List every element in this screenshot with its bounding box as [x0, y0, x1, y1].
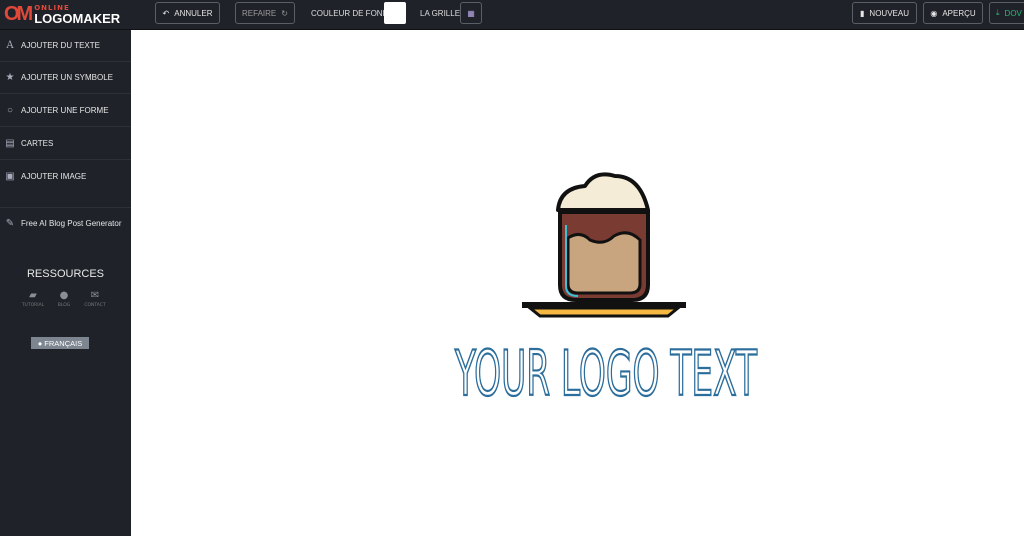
sidebar-item-label: AJOUTER IMAGE: [21, 171, 87, 181]
grid-icon: ▦: [467, 8, 475, 18]
envelope-icon: ✉: [90, 290, 100, 301]
bg-color-swatch[interactable]: [384, 2, 406, 24]
sidebar-item-label: Free AI Blog Post Generator: [21, 219, 122, 228]
resource-label: BLOG: [57, 303, 71, 308]
sidebar-item-label: AJOUTER DU TEXTE: [21, 41, 100, 50]
resource-label: TUTORIAL: [21, 303, 45, 308]
undo-label: ANNULER: [174, 8, 213, 18]
sidebar-item-label: AJOUTER UN SYMBOLE: [21, 73, 114, 82]
brand-name: LOGOMAKER: [34, 10, 121, 26]
new-label: NOUVEAU: [869, 8, 909, 18]
eye-icon: ◉: [930, 8, 938, 18]
sidebar-item-cards[interactable]: ▤ CARTES: [0, 128, 131, 160]
download-icon: ⤓: [996, 8, 1000, 17]
logo-artwork[interactable]: YOUR LOGO TEXT: [132, 30, 1024, 536]
grid-button[interactable]: ▦: [460, 2, 482, 24]
star-icon: ★: [5, 72, 15, 83]
download-button[interactable]: ⤓ DOV: [989, 2, 1024, 24]
resources-title: RESSOURCES: [26, 268, 105, 280]
circle-icon: ○: [6, 105, 14, 116]
card-icon: ▤: [5, 138, 15, 149]
sidebar-item-add-shape[interactable]: ○ AJOUTER UNE FORME: [0, 95, 131, 127]
sidebar-item-add-symbol[interactable]: ★ AJOUTER UN SYMBOLE: [0, 62, 131, 94]
bg-color-label: COULEUR DE FOND: [311, 9, 389, 18]
sidebar-item-add-image[interactable]: ▣ AJOUTER IMAGE: [0, 160, 131, 192]
file-icon: ▮: [860, 8, 865, 18]
sidebar-item-add-text[interactable]: A AJOUTER DU TEXTE: [0, 30, 131, 62]
download-label: DOV: [1004, 8, 1022, 18]
brand-logo[interactable]: OM ONLINE LOGOMAKER: [4, 3, 120, 26]
preview-label: APERÇU: [942, 8, 976, 18]
top-toolbar: OM ONLINE LOGOMAKER ↶ ANNULER REFAIRE ↻ COU…: [0, 0, 1024, 30]
image-icon: ▣: [5, 170, 15, 182]
brand-mark: OM: [4, 3, 33, 25]
sidebar-item-label: CARTES: [21, 139, 54, 148]
undo-icon: ↶: [162, 8, 170, 18]
redo-button[interactable]: REFAIRE ↻: [235, 2, 295, 24]
grid-label: LA GRILLE: [420, 9, 461, 18]
preview-button[interactable]: ◉ APERÇU: [923, 2, 983, 24]
sidebar: A AJOUTER DU TEXTE ★ AJOUTER UN SYMBOLE ○ A…: [0, 30, 131, 536]
resource-label: CONTACT: [84, 303, 106, 308]
logo-text[interactable]: YOUR LOGO TEXT: [453, 336, 758, 411]
language-button[interactable]: ● FRANÇAIS: [31, 337, 89, 349]
redo-icon: ↻: [281, 8, 288, 18]
sidebar-item-label: AJOUTER UNE FORME: [21, 106, 109, 115]
new-button[interactable]: ▮ NOUVEAU: [852, 2, 917, 24]
globe-icon: ●: [37, 338, 43, 348]
design-canvas[interactable]: YOUR LOGO TEXT: [132, 30, 1024, 536]
text-icon: A: [6, 40, 14, 51]
resource-contact[interactable]: ✉ CONTACT: [75, 290, 115, 308]
coffee-cup-icon: [522, 172, 686, 318]
redo-label: REFAIRE: [242, 8, 277, 18]
language-label: FRANÇAIS: [44, 338, 83, 348]
undo-button[interactable]: ↶ ANNULER: [155, 2, 220, 24]
pencil-icon: ✎: [5, 218, 15, 229]
sidebar-item-blog-generator[interactable]: ✎ Free AI Blog Post Generator: [0, 207, 131, 239]
